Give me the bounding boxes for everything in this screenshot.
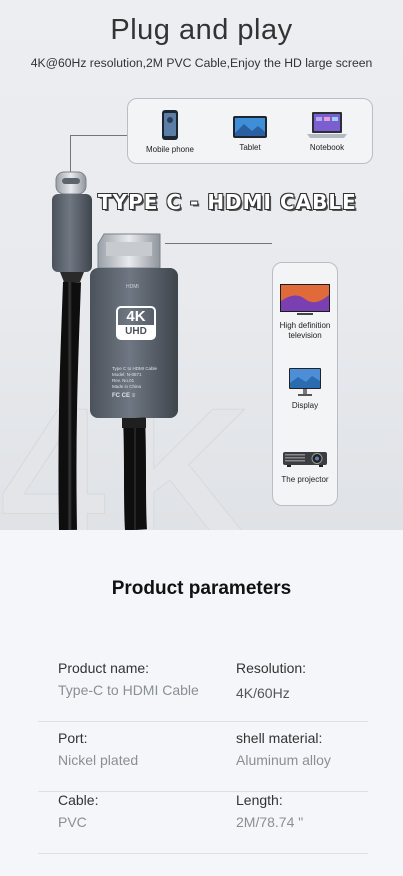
parameter-key: Cable: [58, 792, 99, 808]
parameter-key: Port: [58, 730, 88, 746]
parameter-value: Aluminum alloy [236, 752, 331, 768]
device-projector: The projector [273, 449, 337, 485]
parameter-row: Cable: PVC Length: 2M/78.74 " [38, 792, 368, 854]
parameter-value: Nickel plated [58, 752, 139, 768]
device-label: The projector [281, 475, 329, 484]
parameter-value: 4K/60Hz [236, 685, 290, 701]
parameter-row: Product name: Type-C to HDMI Cable Resol… [38, 660, 368, 722]
badge-4k: 4K [126, 308, 146, 325]
projector-icon [283, 452, 327, 467]
device-hd-television: High definition television [273, 283, 337, 341]
device-notebook: Notebook [296, 111, 358, 152]
4k-uhd-badge: 4K UHD [116, 306, 156, 340]
weee-mark: ≡ [131, 393, 136, 399]
device-label: Display [291, 401, 319, 410]
device-label: High definition television [279, 321, 331, 340]
parameter-key: Length: [236, 792, 283, 808]
parameter-cell: Resolution: 4K/60Hz [236, 660, 306, 701]
tablet-icon [233, 116, 267, 138]
hero-section: 4K Plug and play 4K@60Hz resolution,2M P… [0, 0, 403, 530]
parameter-cell: Port: Nickel plated [58, 730, 138, 768]
device-display: Display [273, 367, 337, 411]
type-c-housing [52, 194, 92, 272]
parameters-title: Product parameters [111, 578, 292, 599]
target-devices-panel: High definition television Display The p… [272, 262, 338, 506]
parameter-row: Port: Nickel plated shell material: Alum… [38, 730, 368, 792]
product-parameters-section: Product parameters Product name: Type-C … [0, 530, 403, 876]
badge-uhd: UHD [118, 325, 154, 338]
cable-title: TYPE C - HDMI CABLE [98, 190, 357, 214]
cable-illustration [52, 171, 178, 530]
parameter-key: shell material: [236, 730, 323, 746]
parameter-value: Type-C to HDMI Cable [58, 682, 199, 698]
monitor-icon [289, 368, 321, 396]
tv-icon [280, 284, 330, 315]
parameter-cell: shell material: Aluminum alloy [236, 730, 331, 768]
ce-mark: CE [121, 393, 131, 399]
parameter-cell: Cable: PVC [58, 792, 98, 830]
device-label: Tablet [239, 143, 261, 152]
parameter-cell: Product name: Type-C to HDMI Cable [58, 660, 199, 698]
parameter-value: PVC [58, 814, 87, 830]
certification-marks: FC CE ≡ [112, 393, 157, 399]
device-tablet: Tablet [222, 115, 278, 152]
notebook-icon [307, 112, 347, 138]
device-label: Notebook [309, 143, 345, 152]
shell-line: Made in China [112, 384, 142, 389]
hdmi-mark: HDMI [126, 284, 139, 290]
parameter-key: Resolution: [236, 660, 307, 676]
parameter-key: Product name: [58, 660, 150, 676]
fc-mark: FC [112, 393, 120, 399]
shell-info-text: Type C to HDMI Cable Model: N-0871 Rev. … [112, 366, 157, 399]
parameter-value: 2M/78.74 " [236, 814, 304, 830]
parameter-cell: Length: 2M/78.74 " [236, 792, 303, 830]
